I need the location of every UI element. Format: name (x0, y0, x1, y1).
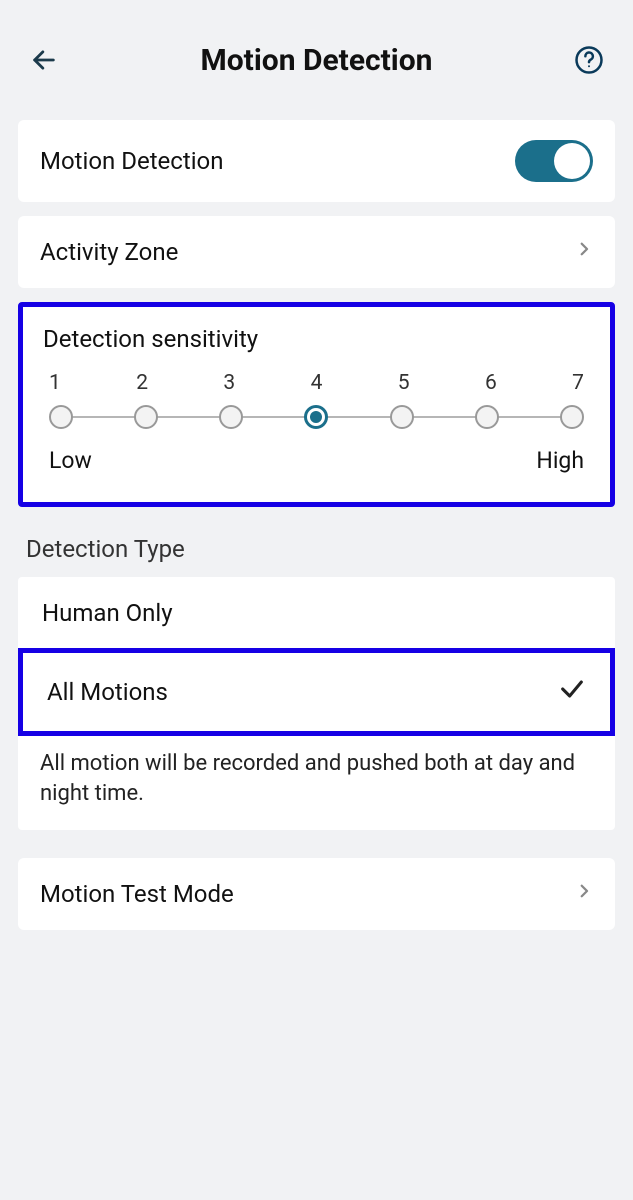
sensitivity-tick-4[interactable] (304, 405, 328, 429)
motion-test-mode-label: Motion Test Mode (40, 880, 234, 908)
sensitivity-tick-label: 1 (49, 371, 61, 395)
sensitivity-tick-label: 2 (136, 371, 148, 395)
header: Motion Detection (18, 0, 615, 120)
sensitivity-tick-7[interactable] (560, 405, 584, 429)
sensitivity-tick-2[interactable] (134, 405, 158, 429)
motion-detection-label: Motion Detection (40, 147, 223, 175)
detection-type-card: Human Only All Motions All motion will be… (18, 577, 615, 830)
sensitivity-tick-3[interactable] (219, 405, 243, 429)
detection-sensitivity-card: Detection sensitivity 1 2 3 4 5 6 7 Low High (18, 302, 615, 507)
sensitivity-tick-label: 7 (572, 371, 584, 395)
sensitivity-tick-labels: 1 2 3 4 5 6 7 (49, 371, 584, 395)
detection-type-option[interactable]: All Motions (18, 648, 615, 736)
sensitivity-tick-label: 6 (485, 371, 497, 395)
detection-type-option-label: Human Only (42, 599, 173, 627)
sensitivity-track (49, 401, 584, 433)
help-circle-icon (574, 45, 604, 75)
motion-detection-toggle[interactable] (515, 140, 593, 182)
back-button[interactable] (22, 38, 66, 82)
back-arrow-icon (30, 46, 58, 74)
motion-test-mode-row[interactable]: Motion Test Mode (18, 858, 615, 930)
detection-type-description: All motion will be recorded and pushed b… (18, 735, 615, 830)
sensitivity-high-label: High (536, 447, 584, 474)
checkmark-icon (558, 675, 586, 709)
detection-type-option-label: All Motions (47, 678, 168, 706)
detection-type-section-label: Detection Type (26, 535, 607, 563)
chevron-right-icon (575, 878, 593, 910)
sensitivity-tick-5[interactable] (390, 405, 414, 429)
activity-zone-label: Activity Zone (40, 238, 178, 266)
sensitivity-tick-1[interactable] (49, 405, 73, 429)
activity-zone-row[interactable]: Activity Zone (18, 216, 615, 288)
settings-screen: Motion Detection Motion Detection Activi… (0, 0, 633, 1200)
toggle-knob (554, 143, 590, 179)
page-title: Motion Detection (66, 43, 567, 78)
sensitivity-tick-label: 3 (223, 371, 235, 395)
sensitivity-tick-label: 5 (398, 371, 410, 395)
sensitivity-low-label: Low (49, 447, 92, 474)
sensitivity-tick-label: 4 (311, 371, 323, 395)
detection-type-option[interactable]: Human Only (18, 577, 615, 649)
detection-sensitivity-title: Detection sensitivity (43, 325, 590, 353)
sensitivity-tick-6[interactable] (475, 405, 499, 429)
sensitivity-slider[interactable]: 1 2 3 4 5 6 7 Low High (43, 365, 590, 474)
help-button[interactable] (567, 38, 611, 82)
chevron-right-icon (575, 236, 593, 268)
motion-detection-toggle-row: Motion Detection (18, 120, 615, 202)
